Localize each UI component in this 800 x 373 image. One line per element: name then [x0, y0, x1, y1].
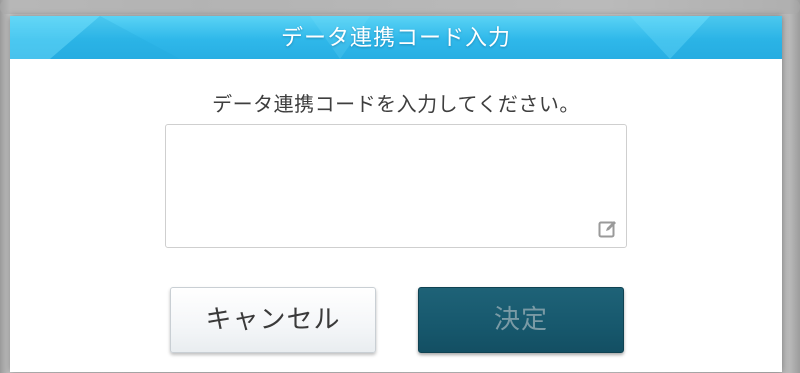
data-link-code-dialog: データ連携コード入力 データ連携コードを入力してください。 キャンセル 決定: [10, 16, 782, 372]
cancel-button[interactable]: キャンセル: [170, 287, 376, 353]
dialog-title: データ連携コード入力: [280, 26, 511, 51]
code-input-box[interactable]: [165, 124, 627, 248]
data-link-code-input[interactable]: [172, 131, 596, 243]
pencil-edit-icon: [598, 221, 616, 238]
instruction-text: データ連携コードを入力してください。: [212, 92, 580, 116]
confirm-button[interactable]: 決定: [418, 287, 624, 353]
background-blur-shape: [0, 0, 800, 14]
dialog-header: データ連携コード入力: [10, 16, 782, 59]
